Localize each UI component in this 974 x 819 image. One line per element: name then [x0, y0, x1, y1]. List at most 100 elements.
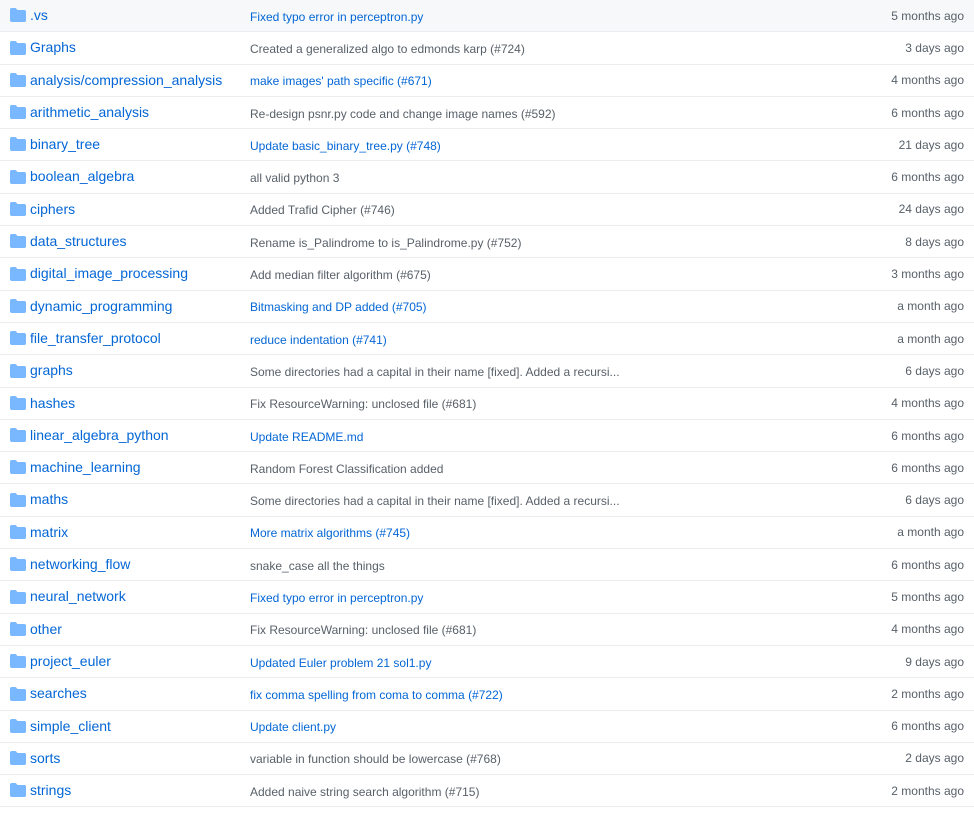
file-name-link[interactable]: boolean_algebra — [30, 168, 134, 184]
commit-message-text: Added Trafid Cipher (#746) — [250, 203, 395, 217]
commit-age: 2 months ago — [840, 678, 974, 710]
commit-message-link[interactable]: Update basic_binary_tree.py (#748) — [250, 139, 441, 153]
commit-age: 2 months ago — [840, 775, 974, 807]
table-row: linear_algebra_python Update README.md 6 m… — [0, 419, 974, 451]
commit-age: a month ago — [840, 516, 974, 548]
commit-message-text: Some directories had a capital in their … — [250, 494, 620, 508]
commit-message-link[interactable]: fix comma spelling from coma to comma (#… — [250, 688, 503, 702]
folder-icon — [10, 427, 26, 443]
commit-age: 4 months ago — [840, 64, 974, 96]
folder-icon — [10, 556, 26, 572]
commit-message-text: variable in function should be lowercase… — [250, 752, 501, 766]
folder-icon — [10, 459, 26, 475]
file-name-link[interactable]: hashes — [30, 395, 75, 411]
file-name-link[interactable]: matrix — [30, 524, 68, 540]
commit-age: 6 months ago — [840, 96, 974, 128]
commit-message-link[interactable]: reduce indentation (#741) — [250, 333, 387, 347]
file-name-link[interactable]: other — [30, 621, 62, 637]
file-name-link[interactable]: simple_client — [30, 718, 111, 734]
file-name-link[interactable]: networking_flow — [30, 556, 130, 572]
commit-age: a month ago — [840, 290, 974, 322]
commit-age: 6 months ago — [840, 419, 974, 451]
folder-icon — [10, 492, 26, 508]
folder-icon — [10, 330, 26, 346]
file-name-link[interactable]: data_structures — [30, 233, 127, 249]
commit-message-link[interactable]: make images' path specific (#671) — [250, 74, 432, 88]
file-name-link[interactable]: searches — [30, 685, 87, 701]
table-row: matrix More matrix algorithms (#745) a mon… — [0, 516, 974, 548]
commit-age: 6 days ago — [840, 355, 974, 387]
table-row: project_euler Updated Euler problem 21 so… — [0, 645, 974, 677]
commit-message-text: all valid python 3 — [250, 171, 339, 185]
folder-icon — [10, 104, 26, 120]
commit-message-link[interactable]: Fixed typo error in perceptron.py — [250, 591, 423, 605]
commit-message-link[interactable]: Bitmasking and DP added (#705) — [250, 300, 427, 314]
commit-age: a month ago — [840, 322, 974, 354]
commit-message-text: Add median filter algorithm (#675) — [250, 268, 431, 282]
commit-message-link[interactable]: Update client.py — [250, 720, 336, 734]
commit-age: 24 days ago — [840, 193, 974, 225]
table-row: .vs Fixed typo error in perceptron.py 5 mo… — [0, 0, 974, 32]
folder-icon — [10, 395, 26, 411]
file-name-link[interactable]: arithmetic_analysis — [30, 104, 149, 120]
commit-message-link[interactable]: Update README.md — [250, 430, 363, 444]
file-name-link[interactable]: neural_network — [30, 588, 126, 604]
folder-icon — [10, 169, 26, 185]
file-name-link[interactable]: strings — [30, 782, 71, 798]
table-row: ciphers Added Trafid Cipher (#746) 24 days… — [0, 193, 974, 225]
folder-icon — [10, 589, 26, 605]
folder-icon — [10, 782, 26, 798]
table-row: hashes Fix ResourceWarning: unclosed file… — [0, 387, 974, 419]
table-row: binary_tree Update basic_binary_tree.py (… — [0, 129, 974, 161]
commit-age: 6 months ago — [840, 452, 974, 484]
file-name-link[interactable]: graphs — [30, 362, 73, 378]
file-name-link[interactable]: .vs — [30, 7, 48, 23]
table-row: searches fix comma spelling from coma to … — [0, 678, 974, 710]
commit-age: 3 months ago — [840, 258, 974, 290]
commit-message-text: Fix ResourceWarning: unclosed file (#681… — [250, 623, 476, 637]
table-row: arithmetic_analysis Re-design psnr.py cod… — [0, 96, 974, 128]
file-name-link[interactable]: Graphs — [30, 39, 76, 55]
folder-icon — [10, 686, 26, 702]
folder-icon — [10, 750, 26, 766]
commit-age: 8 days ago — [840, 226, 974, 258]
file-name-link[interactable]: linear_algebra_python — [30, 427, 169, 443]
table-row: analysis/compression_analysis make images… — [0, 64, 974, 96]
file-name-link[interactable]: digital_image_processing — [30, 265, 188, 281]
folder-icon — [10, 72, 26, 88]
commit-message-text: Created a generalized algo to edmonds ka… — [250, 42, 525, 56]
folder-icon — [10, 298, 26, 314]
commit-message-link[interactable]: More matrix algorithms (#745) — [250, 526, 410, 540]
repo-file-table: .vs Fixed typo error in perceptron.py 5 mo… — [0, 0, 974, 807]
folder-icon — [10, 136, 26, 152]
folder-icon — [10, 233, 26, 249]
file-name-link[interactable]: analysis/compression_analysis — [30, 72, 222, 88]
commit-age: 6 months ago — [840, 161, 974, 193]
file-name-link[interactable]: project_euler — [30, 653, 111, 669]
commit-message-text: Rename is_Palindrome to is_Palindrome.py… — [250, 236, 521, 250]
commit-age: 5 months ago — [840, 0, 974, 32]
file-name-link[interactable]: file_transfer_protocol — [30, 330, 161, 346]
file-name-link[interactable]: machine_learning — [30, 459, 141, 475]
folder-icon — [10, 653, 26, 669]
commit-age: 3 days ago — [840, 32, 974, 64]
file-name-link[interactable]: maths — [30, 491, 68, 507]
commit-message-link[interactable]: Updated Euler problem 21 sol1.py — [250, 656, 431, 670]
commit-message-text: Fix ResourceWarning: unclosed file (#681… — [250, 397, 476, 411]
commit-age: 6 months ago — [840, 710, 974, 742]
commit-message-link[interactable]: Fixed typo error in perceptron.py — [250, 10, 423, 24]
commit-age: 6 days ago — [840, 484, 974, 516]
table-row: file_transfer_protocol reduce indentation… — [0, 322, 974, 354]
commit-message-text: Some directories had a capital in their … — [250, 365, 620, 379]
commit-message-text: snake_case all the things — [250, 559, 385, 573]
table-row: digital_image_processing Add median filte… — [0, 258, 974, 290]
file-name-link[interactable]: sorts — [30, 750, 60, 766]
file-name-link[interactable]: binary_tree — [30, 136, 100, 152]
file-name-link[interactable]: dynamic_programming — [30, 298, 172, 314]
commit-message-text: Added naive string search algorithm (#71… — [250, 785, 479, 799]
commit-message-text: Re-design psnr.py code and change image … — [250, 107, 556, 121]
table-row: neural_network Fixed typo error in percep… — [0, 581, 974, 613]
file-name-link[interactable]: ciphers — [30, 201, 75, 217]
table-row: boolean_algebra all valid python 3 6 month… — [0, 161, 974, 193]
table-row: other Fix ResourceWarning: unclosed file … — [0, 613, 974, 645]
